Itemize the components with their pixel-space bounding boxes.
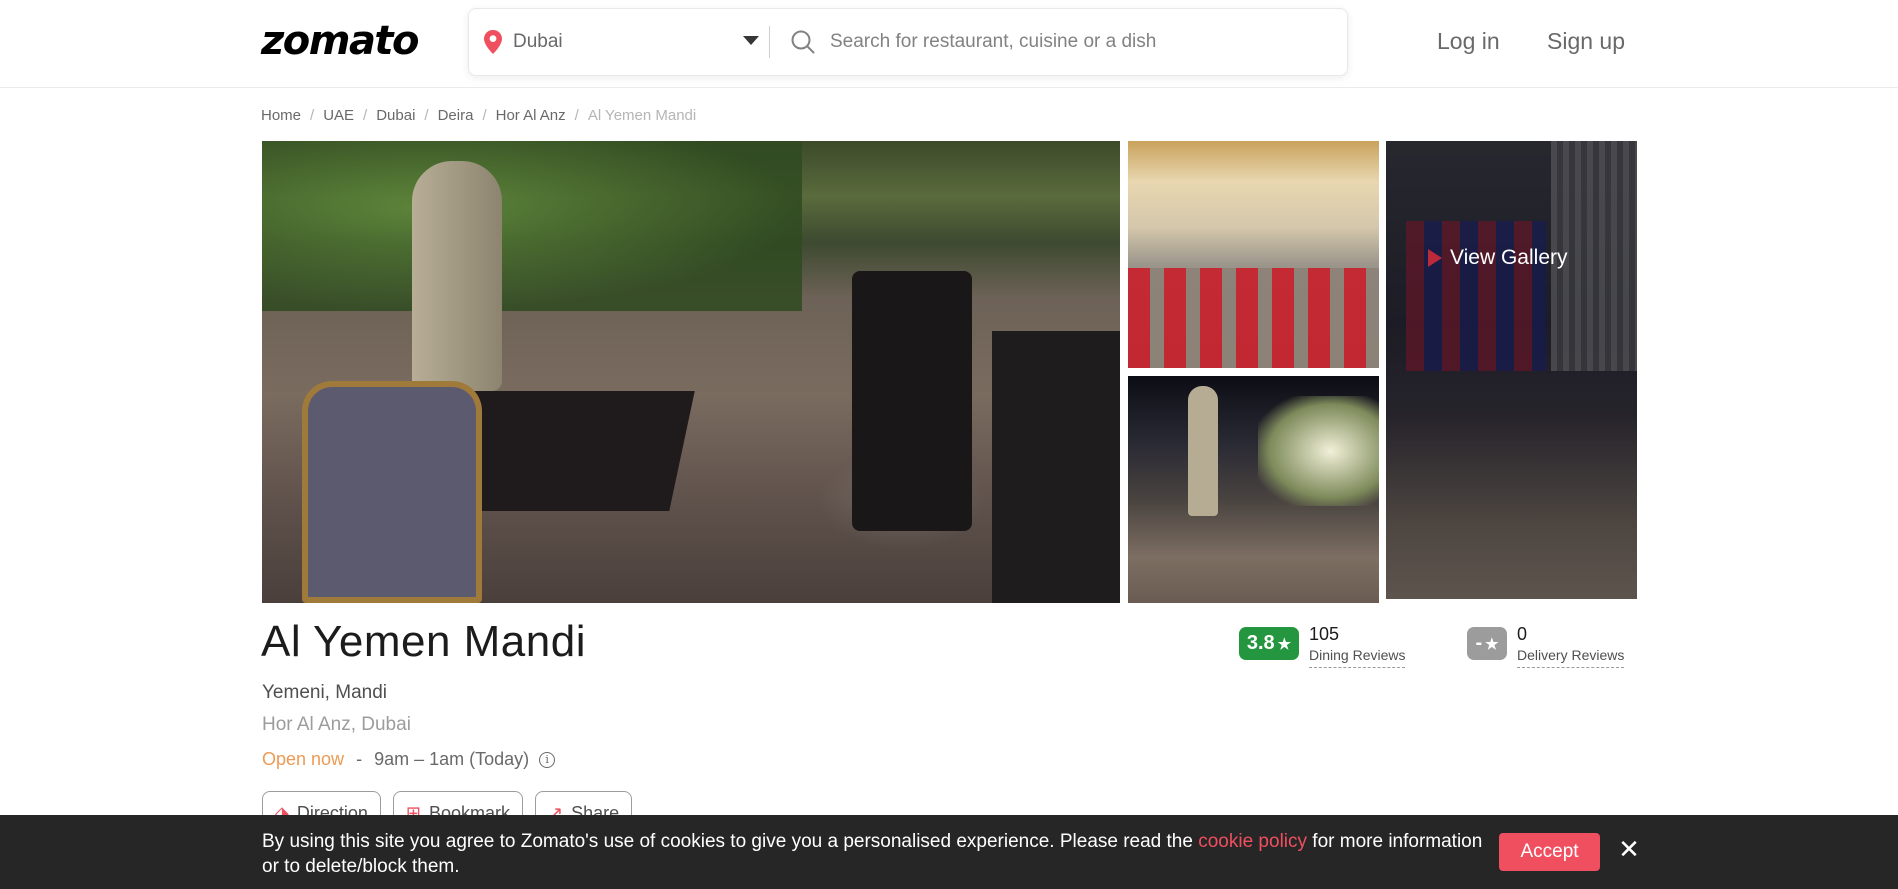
opening-hours: 9am – 1am (Today) <box>374 749 530 769</box>
breadcrumb-dubai[interactable]: Dubai <box>376 107 415 124</box>
delivery-reviews-link[interactable]: Delivery Reviews <box>1517 647 1625 668</box>
search-input[interactable] <box>830 24 1330 60</box>
breadcrumb-deira[interactable]: Deira <box>438 107 474 124</box>
timing-row: Open now - 9am – 1am (Today) i <box>262 749 556 770</box>
restaurant-photo-terrace[interactable] <box>1128 141 1379 368</box>
breadcrumb-hor-al-anz[interactable]: Hor Al Anz <box>496 107 566 124</box>
location-pin-icon <box>482 29 504 60</box>
accept-cookies-button[interactable]: Accept <box>1499 833 1600 871</box>
delivery-rating: - ★ 0 Delivery Reviews <box>1467 624 1625 668</box>
star-icon: ★ <box>1485 635 1499 653</box>
breadcrumb-uae[interactable]: UAE <box>323 107 354 124</box>
dining-rating: 3.8 ★ 105 Dining Reviews <box>1239 624 1406 668</box>
open-status: Open now <box>262 749 345 769</box>
star-icon: ★ <box>1277 635 1292 653</box>
breadcrumb-separator: / <box>310 107 315 124</box>
delivery-rating-score: - <box>1475 632 1483 654</box>
dining-rating-badge: 3.8 ★ <box>1239 627 1299 660</box>
dining-rating-score: 3.8 <box>1246 632 1275 654</box>
delivery-rating-badge: - ★ <box>1467 627 1507 660</box>
cookie-policy-link[interactable]: cookie policy <box>1198 831 1307 852</box>
close-icon[interactable]: ✕ <box>1614 835 1644 865</box>
timing-dash: - <box>356 749 363 769</box>
restaurant-name: Al Yemen Mandi <box>261 617 586 666</box>
cookie-text-before: By using this site you agree to Zomato's… <box>262 831 1199 852</box>
delivery-review-count: 0 <box>1517 624 1528 644</box>
restaurant-locality[interactable]: Hor Al Anz, Dubai <box>262 714 411 736</box>
signup-link[interactable]: Sign up <box>1547 28 1625 55</box>
zomato-logo[interactable]: zomato <box>261 18 420 64</box>
play-icon <box>1428 249 1442 267</box>
search-icon <box>790 29 816 60</box>
info-icon[interactable]: i <box>539 751 556 768</box>
chevron-down-icon[interactable] <box>743 36 759 45</box>
dining-reviews-link[interactable]: Dining Reviews <box>1309 647 1406 668</box>
login-link[interactable]: Log in <box>1437 28 1500 55</box>
main-restaurant-photo[interactable] <box>262 141 1120 603</box>
search-divider <box>769 26 770 58</box>
breadcrumb-separator: / <box>574 107 579 124</box>
breadcrumb-home[interactable]: Home <box>261 107 301 124</box>
breadcrumb: Home / UAE / Dubai / Deira / Hor Al Anz / Al Yemen… <box>261 107 696 124</box>
view-gallery-label: View Gallery <box>1450 246 1568 269</box>
view-gallery-tile[interactable] <box>1386 141 1637 599</box>
dining-review-count: 105 <box>1309 624 1340 644</box>
breadcrumb-current: Al Yemen Mandi <box>587 107 697 124</box>
location-selector[interactable]: Dubai <box>513 31 563 53</box>
breadcrumb-separator: / <box>424 107 429 124</box>
breadcrumb-separator: / <box>482 107 487 124</box>
breadcrumb-separator: / <box>363 107 368 124</box>
restaurant-photo-night[interactable] <box>1128 376 1379 603</box>
restaurant-cuisines: Yemeni, Mandi <box>262 682 387 703</box>
cookie-message: By using this site you agree to Zomato's… <box>262 829 1492 879</box>
cookie-banner: By using this site you agree to Zomato's… <box>0 815 1898 889</box>
top-header: zomato Dubai Log in Sign up <box>0 0 1898 88</box>
view-gallery-button[interactable]: View Gallery <box>1428 246 1568 270</box>
